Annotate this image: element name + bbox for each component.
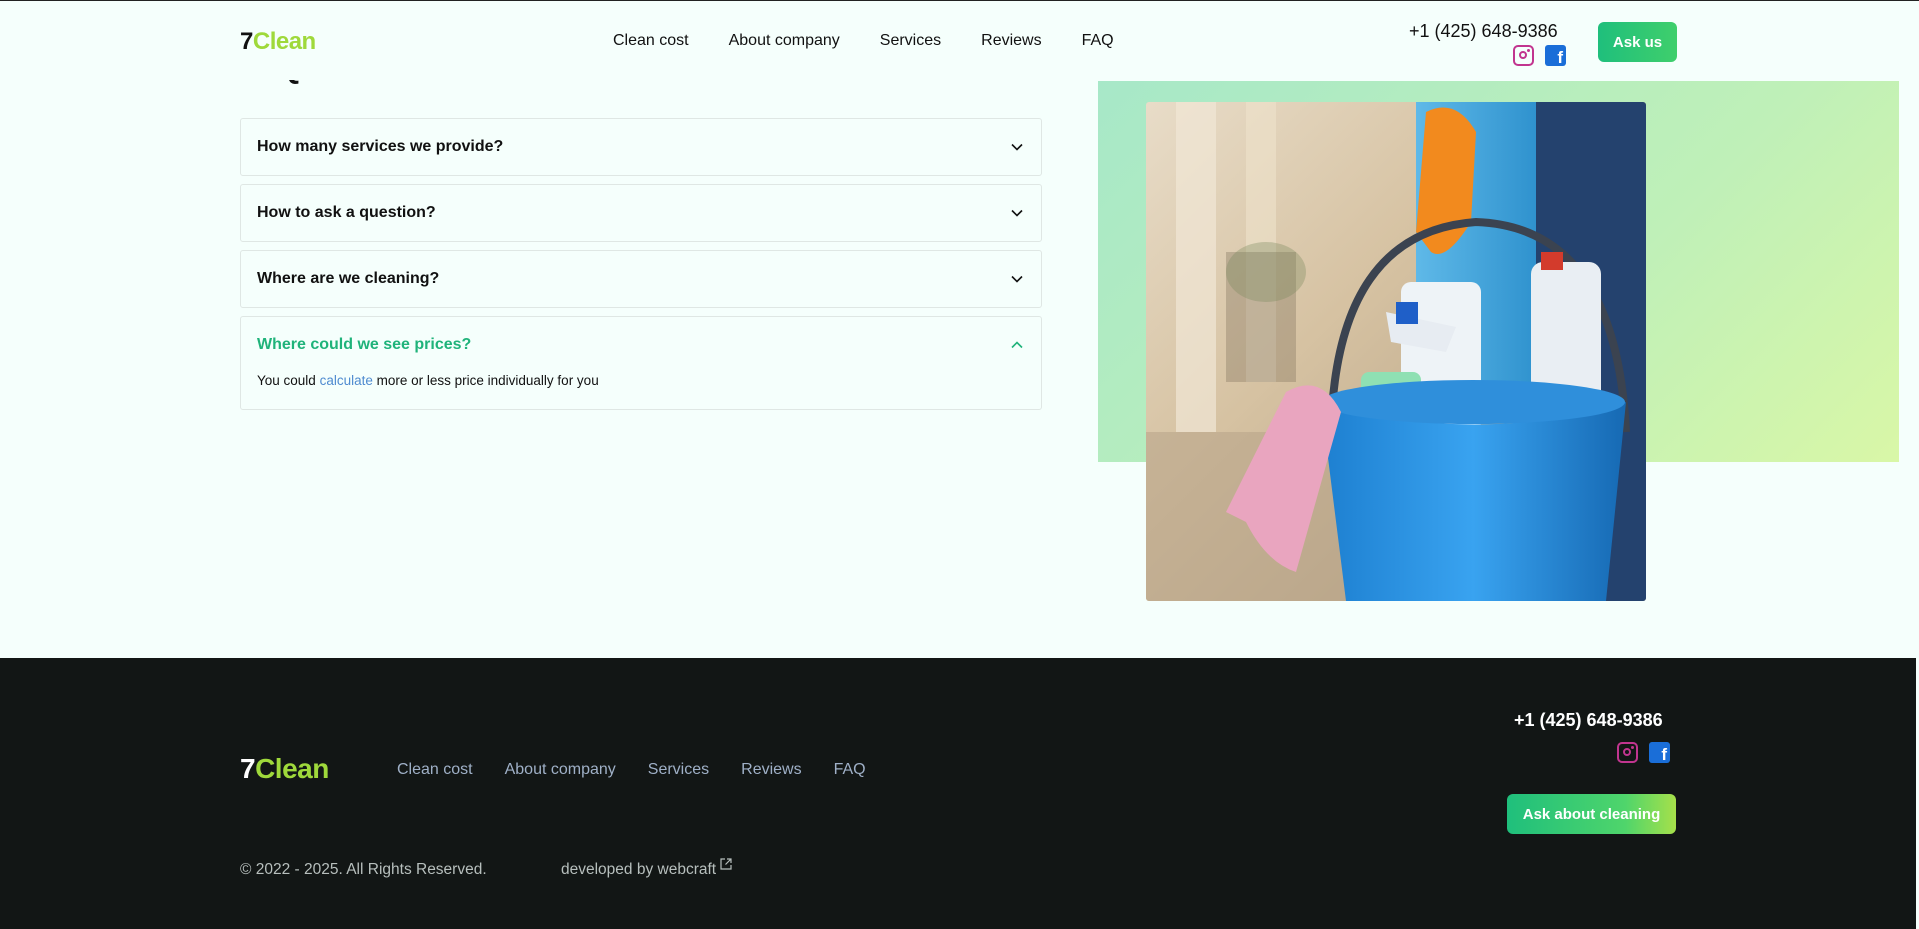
faq-item: How many services we provide? (240, 118, 1042, 176)
chevron-up-icon (1010, 338, 1024, 352)
footer-nav-clean-cost[interactable]: Clean cost (397, 761, 473, 779)
nav-clean-cost[interactable]: Clean cost (613, 32, 689, 50)
faq-question-toggle[interactable]: How to ask a question? (241, 185, 1041, 241)
ask-us-button[interactable]: Ask us (1598, 22, 1677, 62)
footer-social: f (1617, 742, 1670, 763)
footer-nav-faq[interactable]: FAQ (834, 761, 866, 779)
facebook-icon[interactable]: f (1649, 742, 1670, 763)
header-social: f (1513, 45, 1566, 66)
cleaning-bucket-photo (1146, 102, 1646, 601)
faq-answer-text-after: more or less price individually for you (372, 373, 599, 388)
faq-question: How to ask a question? (257, 204, 436, 221)
footer-nav-about-company[interactable]: About company (505, 761, 616, 779)
site-header: 7Clean Clean cost About company Services… (0, 0, 1919, 80)
main-nav: Clean cost About company Services Review… (613, 32, 1114, 50)
chevron-down-icon (1010, 272, 1024, 286)
footer-logo[interactable]: 7Clean (240, 753, 329, 785)
faq-question-toggle[interactable]: Where are we cleaning? (241, 251, 1041, 307)
faq-question-toggle[interactable]: Where could we see prices? (241, 317, 1041, 373)
faq-question-toggle[interactable]: How many services we provide? (241, 119, 1041, 175)
chevron-down-icon (1010, 206, 1024, 220)
faq-answer: You could calculate more or less price i… (241, 373, 1041, 409)
calculate-link[interactable]: calculate (320, 373, 373, 388)
instagram-icon[interactable] (1513, 45, 1534, 66)
facebook-icon[interactable]: f (1545, 45, 1566, 66)
chevron-down-icon (1010, 140, 1024, 154)
nav-services[interactable]: Services (880, 32, 941, 50)
developer-credit-text: developed by webcraft (561, 861, 717, 878)
faq-item: How to ask a question? (240, 184, 1042, 242)
footer-logo-word: Clean (255, 753, 329, 784)
nav-reviews[interactable]: Reviews (981, 32, 1041, 50)
nav-about-company[interactable]: About company (729, 32, 840, 50)
logo-word: Clean (252, 28, 316, 55)
footer-phone[interactable]: +1 (425) 648-9386 (1514, 710, 1663, 731)
header-phone[interactable]: +1 (425) 648-9386 (1409, 21, 1558, 42)
instagram-icon[interactable] (1617, 742, 1638, 763)
developer-credit[interactable]: developed by webcraft (561, 858, 732, 879)
external-link-icon (720, 858, 732, 870)
copyright: © 2022 - 2025. All Rights Reserved. (240, 861, 487, 878)
site-footer: 7Clean Clean cost About company Services… (0, 658, 1916, 929)
ask-about-cleaning-button[interactable]: Ask about cleaning (1507, 794, 1676, 834)
faq-item-open: Where could we see prices? You could cal… (240, 316, 1042, 410)
footer-logo-number: 7 (240, 753, 256, 784)
footer-nav: Clean cost About company Services Review… (397, 761, 866, 779)
faq-question: Where are we cleaning? (257, 270, 440, 287)
faq-item: Where are we cleaning? (240, 250, 1042, 308)
faq-question: How many services we provide? (257, 138, 504, 155)
faq-question: Where could we see prices? (257, 336, 472, 353)
logo-number: 7 (240, 28, 253, 55)
logo[interactable]: 7Clean (240, 28, 316, 56)
faq-answer-text-before: You could (257, 373, 320, 388)
faq-accordion: How many services we provide? How to ask… (240, 118, 1042, 418)
footer-nav-reviews[interactable]: Reviews (741, 761, 801, 779)
nav-faq[interactable]: FAQ (1082, 32, 1114, 50)
footer-nav-services[interactable]: Services (648, 761, 709, 779)
